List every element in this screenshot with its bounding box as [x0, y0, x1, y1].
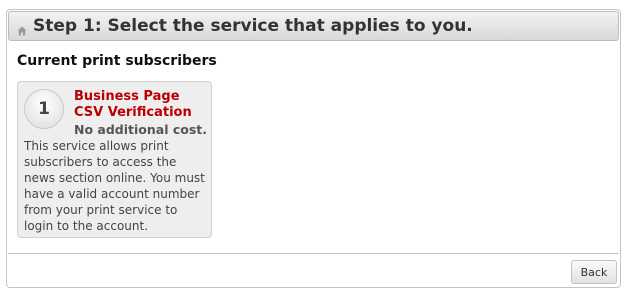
- home-icon: [17, 21, 27, 36]
- step-title: Step 1: Select the service that applies …: [33, 16, 473, 36]
- step-panel: Step 1: Select the service that applies …: [6, 9, 621, 288]
- service-name-link[interactable]: Business Page CSV Verification: [74, 89, 208, 121]
- panel-footer: Back: [8, 253, 619, 288]
- service-card[interactable]: 1 Business Page CSV Verification No addi…: [17, 81, 212, 238]
- service-description: This service allows print subscribers to…: [24, 139, 205, 233]
- service-number-badge: 1: [24, 89, 64, 129]
- service-cost: No additional cost.: [74, 122, 207, 137]
- back-button[interactable]: Back: [571, 260, 617, 284]
- step-header: Step 1: Select the service that applies …: [8, 11, 619, 41]
- section-heading: Current print subscribers: [17, 53, 217, 69]
